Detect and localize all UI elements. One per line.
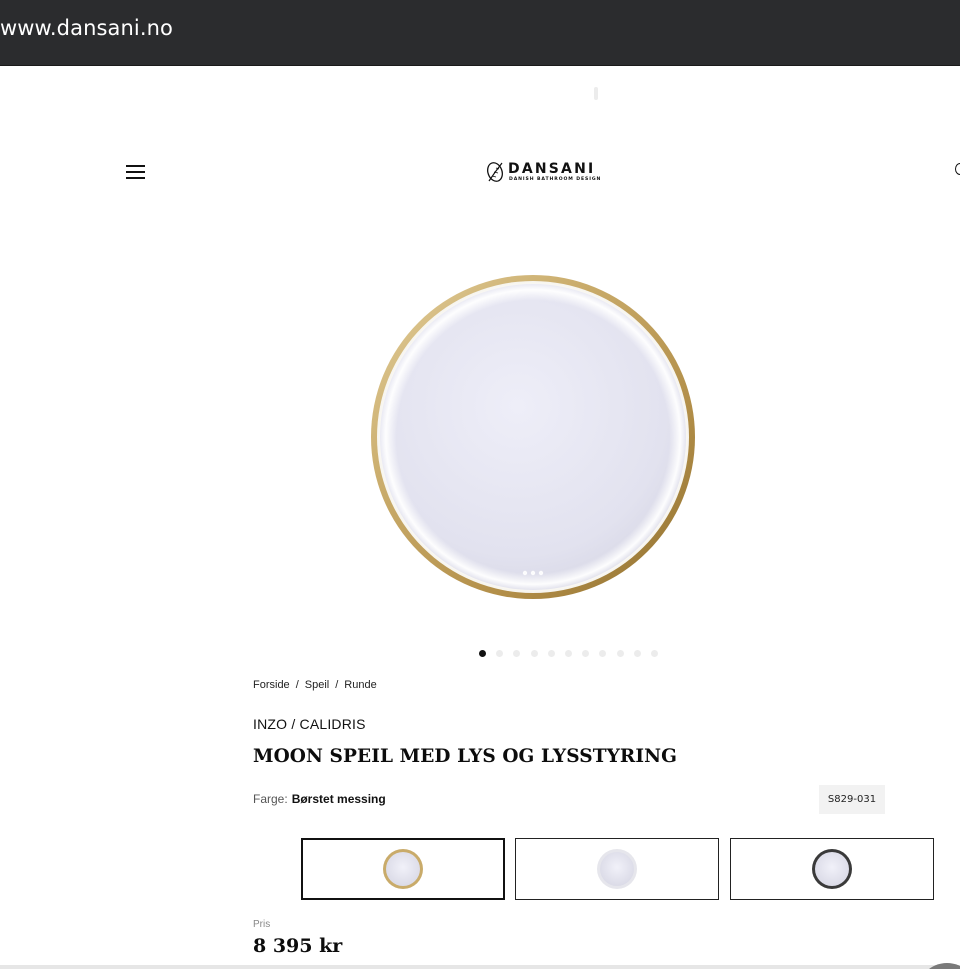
site-logo[interactable]: DANSANI DANISH BATHROOM DESIGN: [486, 160, 616, 186]
breadcrumb-home[interactable]: Forside: [253, 679, 290, 691]
logo-name: DANSANI: [508, 161, 596, 177]
breadcrumb-mirrors[interactable]: Speil: [305, 679, 329, 691]
url-text[interactable]: www.dansani.no: [0, 16, 173, 40]
gallery-dot[interactable]: [530, 650, 538, 657]
gallery-dot[interactable]: [633, 650, 641, 657]
product-collection: INZO / CALIDRIS: [253, 716, 366, 732]
horizontal-scrollbar[interactable]: [0, 965, 960, 969]
color-selection: Farge: Børstet messing: [253, 792, 386, 806]
breadcrumb-round[interactable]: Runde: [344, 679, 376, 691]
variant-swatch-white[interactable]: [515, 838, 719, 900]
gallery-dot[interactable]: [547, 650, 555, 657]
color-label: Farge:: [253, 792, 288, 806]
gallery-dot[interactable]: [479, 650, 486, 657]
browser-address-bar[interactable]: www.dansani.no: [0, 0, 960, 66]
variant-thumb: [383, 849, 423, 889]
gallery-dot[interactable]: [565, 650, 572, 657]
color-value: Børstet messing: [291, 792, 386, 806]
gallery-dot[interactable]: [599, 650, 607, 657]
product-image-mirror[interactable]: [368, 270, 698, 604]
gallery-dot[interactable]: [651, 650, 658, 657]
scroll-indicator: [594, 87, 598, 100]
hamburger-menu-icon[interactable]: [126, 163, 145, 181]
logo-tagline: DANISH BATHROOM DESIGN: [509, 177, 602, 182]
product-price: 8 395 kr: [253, 935, 343, 957]
gallery-dot[interactable]: [496, 650, 504, 657]
price-label: Pris: [253, 919, 271, 930]
breadcrumb-separator: /: [295, 679, 299, 691]
variant-thumb: [597, 849, 637, 889]
breadcrumb: Forside / Speil / Runde: [253, 679, 377, 691]
leaf-logo-icon: [487, 162, 503, 182]
variant-swatch-brass[interactable]: [301, 838, 505, 900]
breadcrumb-separator: /: [335, 679, 339, 691]
variant-swatch-black[interactable]: [730, 838, 934, 900]
product-title: MOON SPEIL MED LYS OG LYSSTYRING: [253, 746, 678, 767]
gallery-dot[interactable]: [582, 650, 590, 657]
gallery-dot[interactable]: [513, 650, 521, 657]
search-icon[interactable]: [955, 163, 960, 175]
sku-badge: S829-031: [819, 785, 885, 814]
variant-thumb: [812, 849, 852, 889]
gallery-dot[interactable]: [616, 650, 624, 657]
